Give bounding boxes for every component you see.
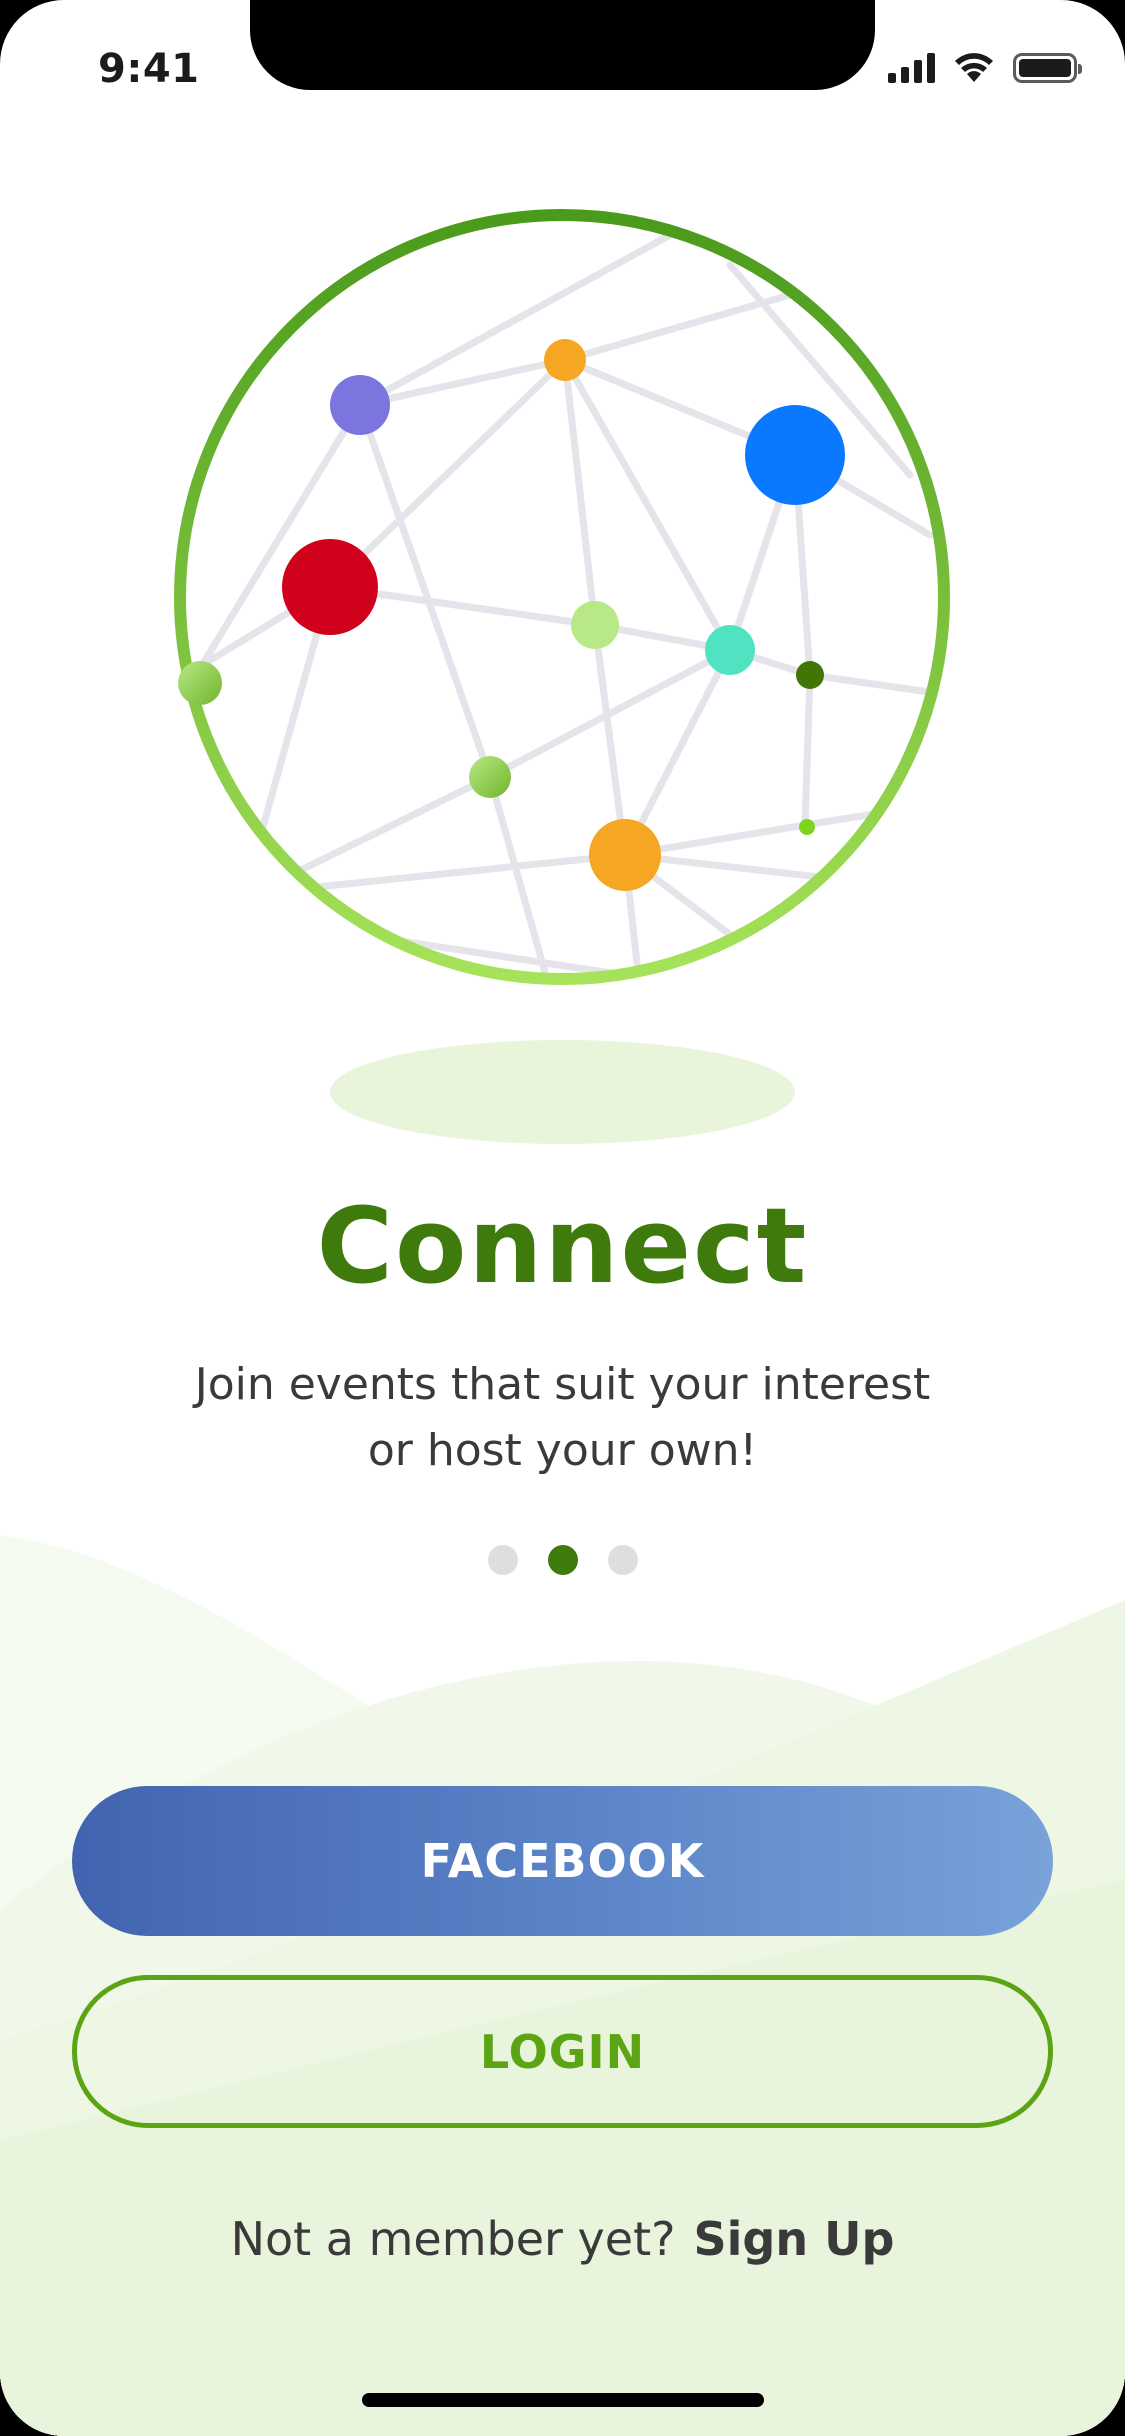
facebook-button-label: FACEBOOK	[420, 1834, 705, 1888]
status-icons	[888, 48, 1082, 88]
page-dot-1[interactable]	[487, 1545, 518, 1575]
signup-row: Not a member yet? Sign Up	[0, 2212, 1125, 2266]
signup-link[interactable]: Sign Up	[694, 2212, 895, 2266]
facebook-button[interactable]: FACEBOOK	[72, 1786, 1053, 1936]
device-notch	[250, 0, 875, 90]
page-dot-3[interactable]	[607, 1545, 638, 1575]
login-button[interactable]: LOGIN	[72, 1975, 1053, 2128]
wifi-icon	[955, 53, 993, 82]
login-button-label: LOGIN	[479, 2024, 646, 2079]
page-subtitle: Join events that suit your interest or h…	[170, 1352, 955, 1484]
subtitle-line-2: or host your own!	[367, 1425, 758, 1476]
network-globe-illustration	[174, 209, 950, 985]
onboarding-screen: 9:41 Connect Join events that suit your …	[0, 0, 1125, 2436]
page-dot-2-active[interactable]	[547, 1545, 578, 1575]
signup-prompt: Not a member yet?	[230, 2212, 676, 2266]
page-title: Connect	[316, 1185, 809, 1307]
cellular-signal-icon	[888, 53, 935, 83]
battery-icon	[1013, 53, 1082, 83]
home-indicator[interactable]	[362, 2393, 764, 2407]
illustration-shadow	[330, 1040, 795, 1144]
status-time: 9:41	[98, 46, 200, 92]
subtitle-line-1: Join events that suit your interest	[194, 1359, 931, 1410]
page-indicator	[0, 1545, 1125, 1575]
